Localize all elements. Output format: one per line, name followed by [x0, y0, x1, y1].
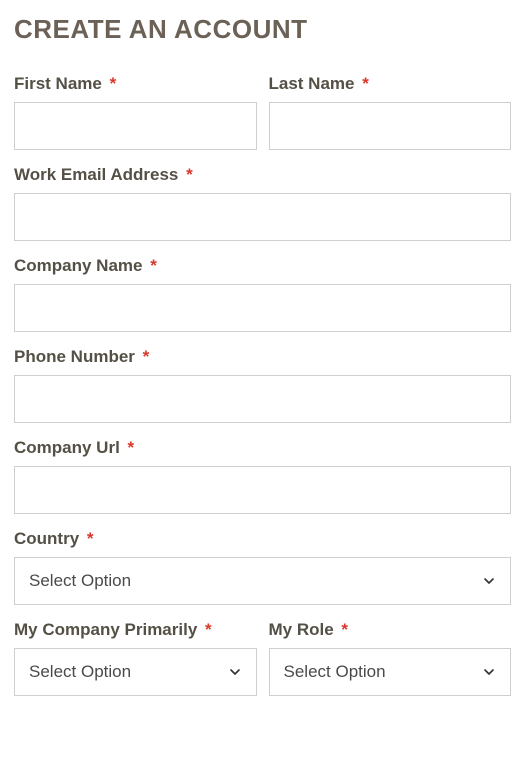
- label-work-email-text: Work Email Address: [14, 165, 178, 184]
- first-name-field[interactable]: [14, 102, 257, 150]
- group-last-name: Last Name *: [269, 73, 512, 150]
- row-company-url: Company Url *: [14, 437, 511, 514]
- country-select[interactable]: Select Option: [14, 557, 511, 605]
- my-role-select[interactable]: Select Option: [269, 648, 512, 696]
- label-last-name: Last Name *: [269, 73, 512, 96]
- work-email-field[interactable]: [14, 193, 511, 241]
- required-asterisk: *: [128, 438, 135, 457]
- label-phone-text: Phone Number: [14, 347, 135, 366]
- required-asterisk: *: [110, 74, 117, 93]
- company-name-field[interactable]: [14, 284, 511, 332]
- required-asterisk: *: [87, 529, 94, 548]
- label-work-email: Work Email Address *: [14, 164, 511, 187]
- row-company-role: My Company Primarily * Select Option My …: [14, 619, 511, 696]
- label-company-primarily-text: My Company Primarily: [14, 620, 197, 639]
- my-role-select-wrap: Select Option: [269, 648, 512, 696]
- label-company-name-text: Company Name: [14, 256, 142, 275]
- row-first-last-name: First Name * Last Name *: [14, 73, 511, 150]
- phone-field[interactable]: [14, 375, 511, 423]
- label-company-name: Company Name *: [14, 255, 511, 278]
- required-asterisk: *: [186, 165, 193, 184]
- group-phone: Phone Number *: [14, 346, 511, 423]
- row-company-name: Company Name *: [14, 255, 511, 332]
- group-my-role: My Role * Select Option: [269, 619, 512, 696]
- last-name-field[interactable]: [269, 102, 512, 150]
- label-last-name-text: Last Name: [269, 74, 355, 93]
- country-select-wrap: Select Option: [14, 557, 511, 605]
- label-country-text: Country: [14, 529, 79, 548]
- required-asterisk: *: [362, 74, 369, 93]
- label-my-role: My Role *: [269, 619, 512, 642]
- row-work-email: Work Email Address *: [14, 164, 511, 241]
- label-company-primarily: My Company Primarily *: [14, 619, 257, 642]
- row-phone: Phone Number *: [14, 346, 511, 423]
- required-asterisk: *: [205, 620, 212, 639]
- label-phone: Phone Number *: [14, 346, 511, 369]
- row-country: Country * Select Option: [14, 528, 511, 605]
- required-asterisk: *: [150, 256, 157, 275]
- required-asterisk: *: [341, 620, 348, 639]
- company-primarily-select[interactable]: Select Option: [14, 648, 257, 696]
- label-my-role-text: My Role: [269, 620, 334, 639]
- group-company-name: Company Name *: [14, 255, 511, 332]
- label-first-name: First Name *: [14, 73, 257, 96]
- group-company-primarily: My Company Primarily * Select Option: [14, 619, 257, 696]
- label-company-url: Company Url *: [14, 437, 511, 460]
- group-country: Country * Select Option: [14, 528, 511, 605]
- label-company-url-text: Company Url: [14, 438, 120, 457]
- group-company-url: Company Url *: [14, 437, 511, 514]
- page-title: CREATE AN ACCOUNT: [14, 14, 511, 45]
- group-work-email: Work Email Address *: [14, 164, 511, 241]
- label-country: Country *: [14, 528, 511, 551]
- group-first-name: First Name *: [14, 73, 257, 150]
- label-first-name-text: First Name: [14, 74, 102, 93]
- company-primarily-select-wrap: Select Option: [14, 648, 257, 696]
- company-url-field[interactable]: [14, 466, 511, 514]
- required-asterisk: *: [143, 347, 150, 366]
